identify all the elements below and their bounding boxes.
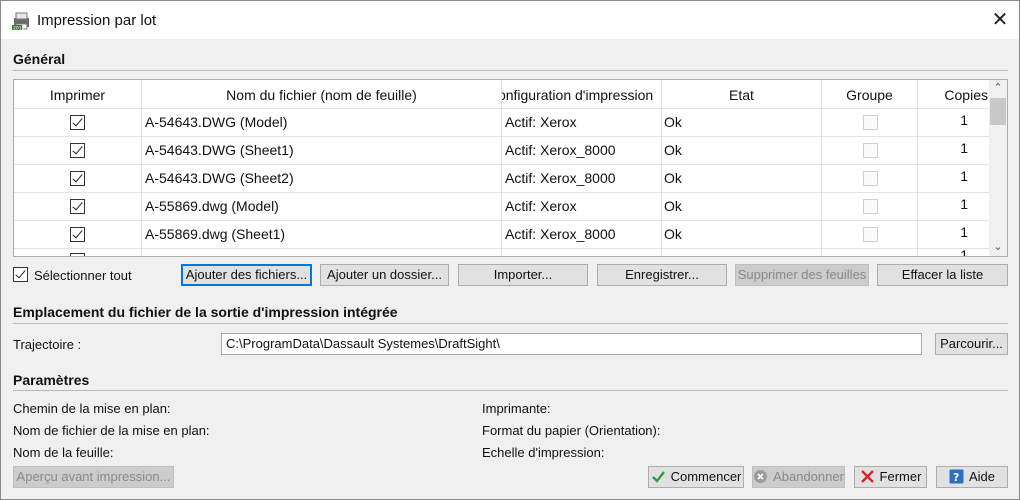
state-cell: Ok: [662, 109, 822, 136]
close-icon[interactable]: ✕: [986, 6, 1014, 34]
output-section-title: Emplacement du fichier de la sortie d'im…: [13, 304, 398, 320]
printer-label: Imprimante:: [482, 401, 551, 416]
output-divider: [13, 323, 1008, 324]
scrollbar-thumb[interactable]: [990, 98, 1006, 125]
table-row[interactable]: A-54643.DWG (Sheet2) Actif: Xerox_8000 O…: [14, 164, 989, 192]
group-checkbox: [863, 227, 878, 242]
group-checkbox: [863, 143, 878, 158]
print-checkbox[interactable]: [70, 253, 85, 256]
chevron-up-icon[interactable]: ⌃: [989, 80, 1007, 97]
config-cell: Actif: Xerox_8000: [502, 165, 662, 192]
config-cell: Actif: Xerox_8000: [502, 221, 662, 248]
table-row[interactable]: 1: [14, 248, 989, 256]
group-checkbox: [863, 199, 878, 214]
copies-cell[interactable]: 1: [918, 249, 989, 256]
params-divider: [13, 390, 1008, 391]
print-checkbox[interactable]: [70, 199, 85, 214]
start-button-label: Commencer: [670, 469, 742, 484]
config-cell: Actif: Xerox: [502, 109, 662, 136]
sheet-name-label: Nom de la feuille:: [13, 445, 114, 460]
checkmark-icon: [651, 471, 665, 483]
print-checkbox[interactable]: [70, 171, 85, 186]
clear-list-button[interactable]: Effacer la liste: [877, 264, 1008, 286]
print-checkbox[interactable]: [70, 227, 85, 242]
help-icon: ?: [949, 469, 964, 484]
close-button[interactable]: Fermer: [854, 466, 927, 488]
window-title: Impression par lot: [37, 12, 157, 29]
svg-text:2019: 2019: [13, 26, 25, 32]
paper-format-label: Format du papier (Orientation):: [482, 423, 661, 438]
state-cell: Ok: [662, 137, 822, 164]
import-button[interactable]: Importer...: [458, 264, 588, 286]
drawing-filename-label: Nom de fichier de la mise en plan:: [13, 423, 210, 438]
remove-sheets-button[interactable]: Supprimer des feuilles: [735, 264, 869, 286]
column-header-copies[interactable]: Copies: [918, 80, 989, 109]
close-button-label: Fermer: [879, 469, 922, 484]
state-cell: Ok: [662, 165, 822, 192]
table-scrollbar[interactable]: ⌃ ⌄: [989, 80, 1007, 256]
column-header-config[interactable]: Configuration d'impression: [502, 80, 662, 109]
config-cell: Actif: Xerox_8000: [502, 137, 662, 164]
general-section-title: Général: [13, 51, 66, 67]
chevron-down-icon[interactable]: ⌄: [989, 239, 1007, 256]
print-checkbox[interactable]: [70, 143, 85, 158]
close-icon: [860, 470, 874, 483]
copies-cell[interactable]: 1: [918, 165, 989, 192]
table-header: Imprimer Nom du fichier (nom de feuille)…: [14, 80, 989, 109]
column-header-group[interactable]: Groupe: [822, 80, 918, 109]
print-scale-label: Echelle d'impression:: [482, 445, 605, 460]
abort-button[interactable]: Abandonner: [752, 466, 845, 488]
table-row[interactable]: A-55869.dwg (Sheet1) Actif: Xerox_8000 O…: [14, 220, 989, 248]
add-folder-button[interactable]: Ajouter un dossier...: [320, 264, 449, 286]
file-name-cell: A-55869.dwg (Model): [142, 193, 502, 220]
file-name-cell: A-54643.DWG (Sheet2): [142, 165, 502, 192]
state-cell: Ok: [662, 221, 822, 248]
app-icon: 2019: [12, 12, 29, 32]
state-cell: Ok: [662, 193, 822, 220]
path-label: Trajectoire :: [13, 337, 82, 352]
column-header-print[interactable]: Imprimer: [14, 80, 142, 109]
copies-cell[interactable]: 1: [918, 137, 989, 164]
svg-text:?: ?: [953, 471, 959, 484]
files-table: Imprimer Nom du fichier (nom de feuille)…: [13, 79, 1008, 257]
group-checkbox: [863, 115, 878, 130]
column-header-state[interactable]: Etat: [662, 80, 822, 109]
config-cell: Actif: Xerox: [502, 193, 662, 220]
abort-button-label: Abandonner: [773, 469, 844, 484]
copies-cell[interactable]: 1: [918, 221, 989, 248]
select-all-label[interactable]: Sélectionner tout: [34, 268, 132, 283]
table-row[interactable]: A-55869.dwg (Model) Actif: Xerox Ok 1: [14, 192, 989, 220]
select-all-checkbox[interactable]: [13, 267, 28, 282]
group-checkbox: [863, 171, 878, 186]
cancel-icon: [754, 470, 768, 483]
save-button[interactable]: Enregistrer...: [597, 264, 727, 286]
column-header-filename[interactable]: Nom du fichier (nom de feuille): [142, 80, 502, 109]
help-button-label: Aide: [968, 469, 996, 484]
browse-button[interactable]: Parcourir...: [935, 333, 1008, 355]
file-name-cell: A-54643.DWG (Sheet1): [142, 137, 502, 164]
table-row[interactable]: A-54643.DWG (Model) Actif: Xerox Ok 1: [14, 108, 989, 136]
help-button[interactable]: ? Aide: [936, 466, 1008, 488]
table-row[interactable]: A-54643.DWG (Sheet1) Actif: Xerox_8000 O…: [14, 136, 989, 164]
general-divider: [13, 70, 1008, 71]
path-input[interactable]: C:\ProgramData\Dassault Systemes\DraftSi…: [221, 333, 922, 355]
batch-print-dialog: 2019 Impression par lot ✕ Général Imprim…: [0, 0, 1020, 500]
print-checkbox[interactable]: [70, 115, 85, 130]
add-files-button[interactable]: Ajouter des fichiers...: [181, 264, 312, 286]
title-bar: 2019 Impression par lot ✕: [1, 1, 1019, 39]
copies-cell[interactable]: 1: [918, 193, 989, 220]
file-name-cell: A-54643.DWG (Model): [142, 109, 502, 136]
copies-cell[interactable]: 1: [918, 109, 989, 136]
params-section-title: Paramètres: [13, 372, 90, 388]
print-preview-button[interactable]: Aperçu avant impression...: [13, 466, 174, 488]
start-button[interactable]: Commencer: [648, 466, 744, 488]
drawing-path-label: Chemin de la mise en plan:: [13, 401, 171, 416]
file-name-cell: A-55869.dwg (Sheet1): [142, 221, 502, 248]
